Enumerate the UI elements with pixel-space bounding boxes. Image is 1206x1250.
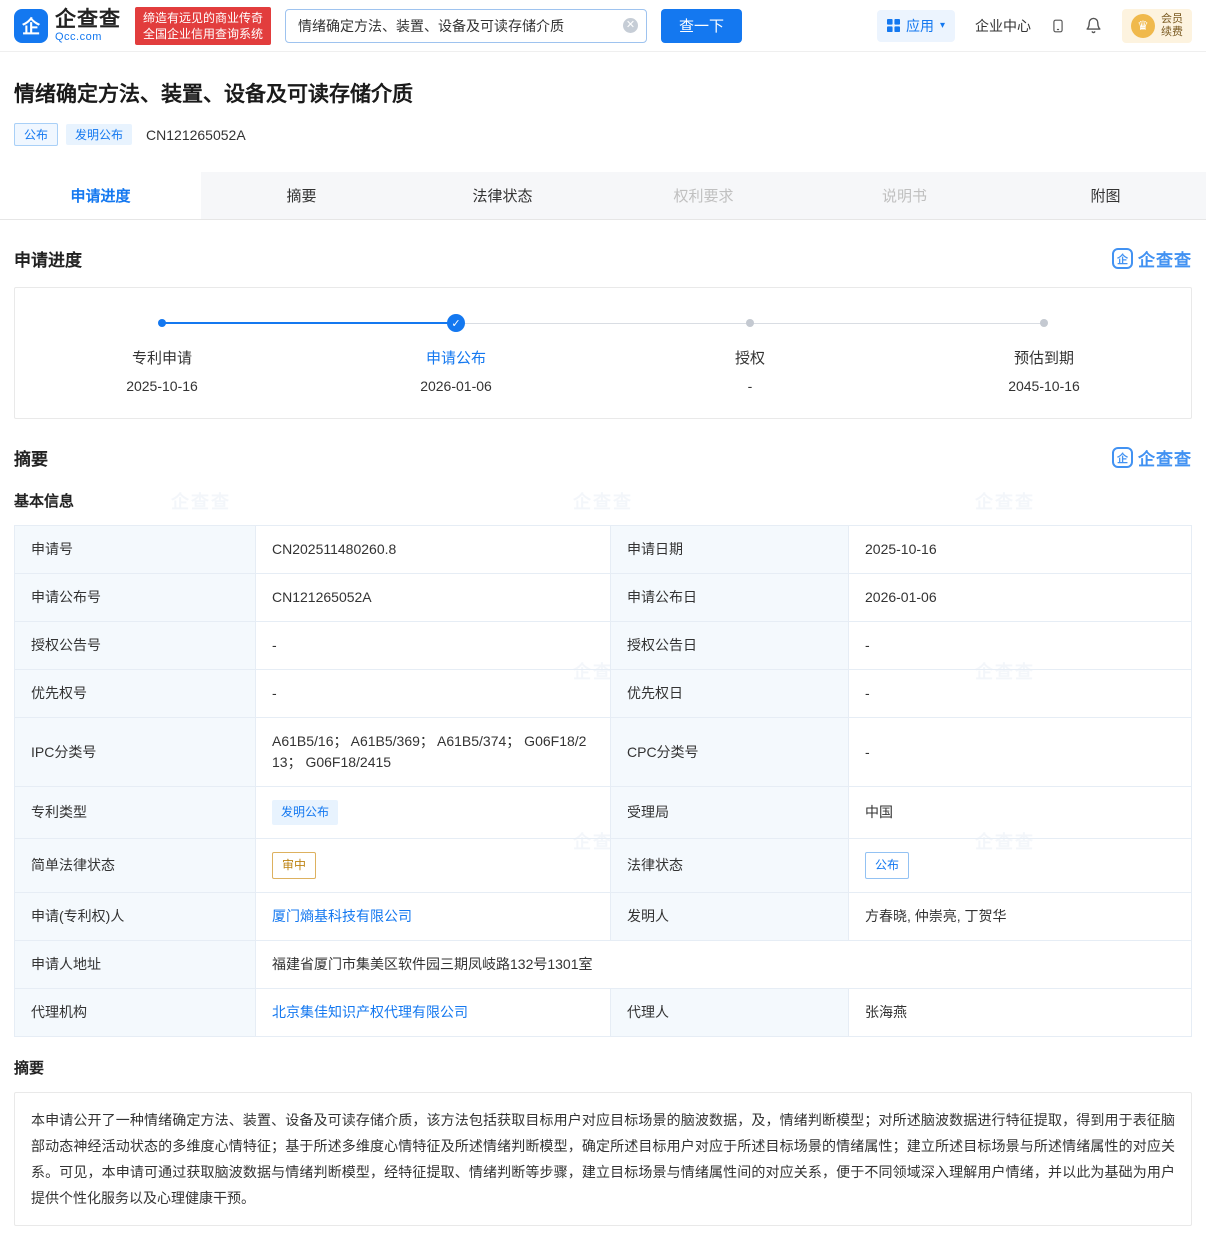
table-row: 申请人地址 福建省厦门市集美区软件园三期凤岐路132号1301室 [15,941,1192,989]
legal-status-badge: 公布 [865,852,909,879]
qcc-watermark-logo: 企 企查查 [1112,445,1192,470]
qcc-watermark-logo: 企 企查查 [1112,246,1192,271]
chevron-down-icon: ▾ [940,20,945,31]
detail-tabs: 申请进度 摘要 法律状态 权利要求 说明书 附图 [0,172,1206,220]
qcc-logo[interactable]: 企 企查查 Qcc.com [14,9,121,43]
table-row: 专利类型 发明公布 受理局 中国 [15,787,1192,839]
notification-bell-icon[interactable] [1085,16,1102,35]
applicant-company-link[interactable]: 厦门熵基科技有限公司 [272,908,412,924]
basic-info-table: 申请号 CN202511480260.8 申请日期 2025-10-16 申请公… [14,525,1192,1037]
crown-icon: ♛ [1131,14,1155,38]
tab-legal-status[interactable]: 法律状态 [402,172,603,219]
basic-info-title: 基本信息 [14,490,1192,511]
abstract-subtitle: 摘要 [14,1057,1192,1078]
patent-type-badge: 发明公布 [272,800,338,825]
table-row: 申请号 CN202511480260.8 申请日期 2025-10-16 [15,526,1192,574]
mobile-app-icon[interactable] [1051,16,1065,36]
clear-search-icon[interactable]: ✕ [623,18,638,33]
status-badge-invention: 发明公布 [66,124,132,145]
table-row: 授权公告号 - 授权公告日 - [15,622,1192,670]
logo-domain: Qcc.com [55,32,121,43]
simple-legal-status-badge: 审中 [272,852,316,879]
table-row: IPC分类号 A61B5/16； A61B5/369； A61B5/374； G… [15,718,1192,787]
apps-grid-icon [887,19,900,32]
timeline-panel: 专利申请 2025-10-16 ✓ 申请公布 2026-01-06 授权 - [14,287,1192,419]
abstract-section: 摘要 企 企查查 基本信息 申请号 CN202511480260.8 申请日期 … [14,445,1192,1226]
apps-menu-label: 应用 [906,16,934,36]
membership-renewal-button[interactable]: ♛ 会员 续费 [1122,9,1192,43]
tab-drawings[interactable]: 附图 [1005,172,1206,219]
table-row: 代理机构 北京集佳知识产权代理有限公司 代理人 张海燕 [15,989,1192,1037]
progress-section-title: 申请进度 [14,246,82,271]
tab-abstract[interactable]: 摘要 [201,172,402,219]
search-input[interactable] [298,18,623,34]
membership-label: 会员 续费 [1161,13,1183,39]
qcc-logo-icon: 企 [14,9,48,43]
main-content: 企查查企查查企查查企查查企查查企查查企查查企查查企查查企查查企查查企查查 申请进… [0,246,1206,1250]
timeline-step-publication: ✓ 申请公布 2026-01-06 [309,314,603,394]
patent-title-block: 情绪确定方法、装置、设备及可读存储介质 公布 发明公布 CN121265052A [0,52,1206,146]
step-dot-done-icon [158,319,166,327]
search-button[interactable]: 查一下 [661,9,742,43]
search-box: ✕ [285,9,647,43]
table-row: 申请公布号 CN121265052A 申请公布日 2026-01-06 [15,574,1192,622]
tab-description: 说明书 [804,172,1005,219]
timeline-step-grant: 授权 - [603,314,897,394]
patent-number: CN121265052A [146,127,246,143]
step-check-icon: ✓ [447,314,465,332]
logo-name: 企查查 [55,9,121,30]
application-progress-section: 申请进度 企 企查查 专利申请 2025-10-16 ✓ 申请公 [14,246,1192,419]
qcc-watermark-icon: 企 [1112,248,1133,269]
table-row: 优先权号 - 优先权日 - [15,670,1192,718]
page-title: 情绪确定方法、装置、设备及可读存储介质 [14,78,1192,108]
apps-menu[interactable]: 应用 ▾ [877,10,955,42]
table-row: 申请(专利权)人 厦门熵基科技有限公司 发明人 方春晓, 仲崇亮, 丁贺华 [15,893,1192,941]
table-row: 简单法律状态 审中 法律状态 公布 [15,839,1192,893]
slogan-line2: 全国企业信用查询系统 [143,26,263,42]
abstract-section-title: 摘要 [14,445,48,470]
timeline-step-expiry: 预估到期 2045-10-16 [897,314,1191,394]
enterprise-center-link[interactable]: 企业中心 [975,16,1031,36]
timeline-step-filing: 专利申请 2025-10-16 [15,314,309,394]
header-nav: 应用 ▾ 企业中心 ♛ 会员 续费 [877,9,1192,43]
status-badge-publish: 公布 [14,123,58,146]
step-dot-pending-icon [1040,319,1048,327]
abstract-text: 本申请公开了一种情绪确定方法、装置、设备及可读存储介质，该方法包括获取目标用户对… [14,1092,1192,1226]
tab-application-progress[interactable]: 申请进度 [0,172,201,219]
slogan-banner: 缔造有远见的商业传奇 全国企业信用查询系统 [135,7,271,45]
patent-tag-row: 公布 发明公布 CN121265052A [14,123,1192,146]
step-dot-pending-icon [746,319,754,327]
qcc-logo-text: 企查查 Qcc.com [55,9,121,43]
slogan-line1: 缔造有远见的商业传奇 [143,10,263,26]
agency-company-link[interactable]: 北京集佳知识产权代理有限公司 [272,1004,468,1020]
tab-claims: 权利要求 [603,172,804,219]
top-header: 企 企查查 Qcc.com 缔造有远见的商业传奇 全国企业信用查询系统 ✕ 查一… [0,0,1206,52]
qcc-watermark-icon: 企 [1112,447,1133,468]
